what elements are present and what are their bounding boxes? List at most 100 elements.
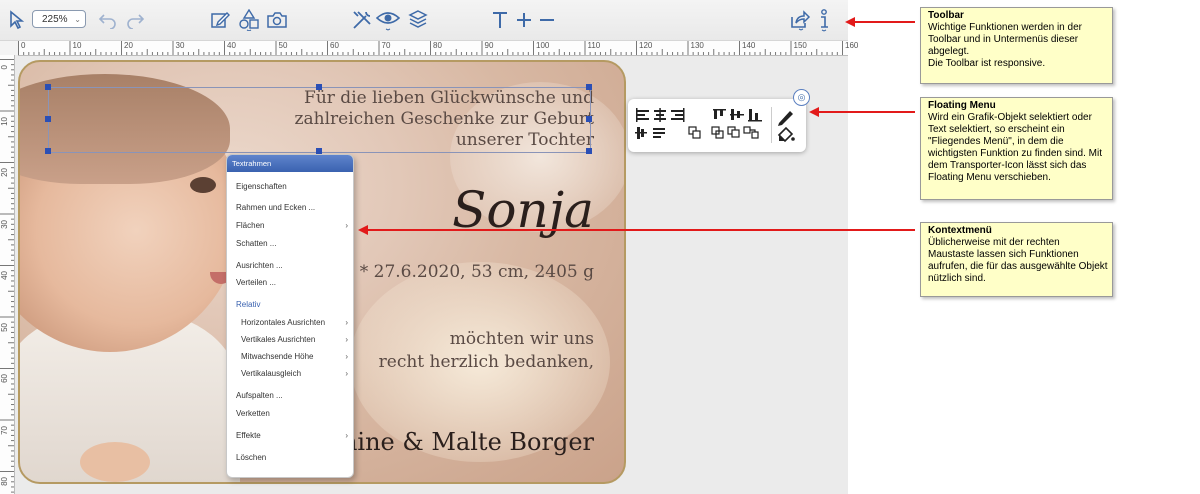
context-menu-item[interactable]: Horizontales Ausrichten › [227,316,353,330]
birth-info-text[interactable]: * 27.6.2020, 53 cm, 2405 g [360,262,594,282]
context-menu-item[interactable]: Ausrichten ... [227,259,353,273]
callout-title: Toolbar [928,10,964,21]
ruler-tick-label: 40 [227,41,236,50]
eye-icon[interactable] [376,6,400,34]
callout-arrow [845,17,915,27]
context-menu-item-label: Flächen [236,221,265,230]
resize-handle[interactable] [586,116,592,122]
context-menu-item-label: Löschen [236,453,267,462]
callout-text: Die Toolbar ist responsive. [928,58,1046,69]
distribute-top-icon [713,109,726,119]
ruler-tick-label: 10 [72,41,82,50]
context-menu-item-label: Horizontales Ausrichten [241,318,326,327]
ruler-tick-label: 50 [278,41,288,50]
chevron-down-icon: ⌄ [74,15,81,24]
shapes-icon[interactable] [237,6,261,34]
context-menu-item-label: Vertikales Ausrichten [241,335,316,344]
align-vertical-center-icon [635,127,647,139]
ruler-tick-label: 60 [330,41,339,50]
ruler-tick-label: 0 [0,65,9,70]
thanks-text[interactable]: möchten wir uns recht herzlich bedanken, [379,328,594,374]
context-menu-item[interactable]: Vertikalausgleich › [227,367,353,381]
baby-photo-hand [80,442,150,482]
transporter-icon[interactable]: ◎ [793,89,810,106]
edit-icon[interactable] [208,6,232,34]
info-icon[interactable] [815,6,833,34]
align-right-icon [671,108,685,122]
context-menu-item[interactable]: Eigenschaften [227,180,353,194]
resize-handle[interactable] [45,116,51,122]
ruler-tick-label: 40 [0,271,9,280]
context-menu-item-label: Verteilen ... [236,278,277,287]
context-menu: Textrahmen Eigenschaften Rahmen und Ecken… [226,154,354,478]
text-icon[interactable] [489,6,511,34]
send-to-back-icon [743,126,759,139]
zoom-value: 225% [42,14,68,25]
resize-handle[interactable] [586,148,592,154]
share-icon[interactable] [788,6,812,34]
distribute-bottom-icon [748,109,762,122]
cursor-icon[interactable] [6,6,26,34]
context-menu-item[interactable]: Verketten [227,407,353,421]
zoom-select[interactable]: 225% ⌄ [32,10,86,28]
context-menu-item-label: Verketten [236,409,270,418]
context-menu-item-label: Relativ [236,300,261,309]
minus-icon[interactable] [536,6,558,34]
context-menu-item-label: Effekte [236,431,261,440]
context-menu-item[interactable]: Flächen › [227,219,353,233]
plus-icon[interactable] [513,6,535,34]
signature-text[interactable]: nine & Malte Borger [342,428,594,456]
floating-menu [628,99,806,152]
context-menu-item-label: Ausrichten ... [236,261,283,270]
layers-icon[interactable] [406,6,430,34]
align-center-icon [654,108,666,122]
ruler-tick-label: 80 [433,41,442,50]
ruler-vertical[interactable]: 0 10 20 30 40 50 60 70 80 [0,55,15,494]
selection-frame[interactable] [48,87,591,153]
ruler-tick-label: 70 [0,425,9,435]
context-menu-item-label: Eigenschaften [236,182,287,191]
ruler-tick-label: 50 [0,322,9,332]
callout-title: Floating Menu [928,100,996,111]
context-menu-item[interactable]: Effekte › [227,429,353,443]
name-text[interactable]: Sonja [452,180,594,240]
context-menu-item-label: Rahmen und Ecken ... [236,203,316,212]
undo-icon[interactable] [97,6,119,34]
resize-handle[interactable] [45,84,51,90]
redo-icon[interactable] [124,6,146,34]
context-menu-item[interactable]: Rahmen und Ecken ... [227,201,353,215]
chevron-right-icon: › [345,369,348,378]
context-menu-item[interactable]: Mitwachsende Höhe › [227,350,353,364]
context-menu-item: Relativ [227,298,353,312]
distribute-middle-icon [730,109,744,120]
context-menu-item[interactable]: Schatten ... [227,237,353,251]
ruler-corner [0,41,18,55]
fill-bucket-icon [777,126,795,143]
callout-arrow [809,107,915,117]
context-menu-item[interactable]: Aufspalten ... [227,389,353,403]
ruler-tick-label: 140 [742,41,756,50]
callout-toolbar: Toolbar Wichtige Funktionen werden in de… [920,7,1113,84]
ruler-tick-label: 60 [0,374,9,383]
resize-handle[interactable] [586,84,592,90]
context-menu-item[interactable]: Verteilen ... [227,276,353,290]
ruler-horizontal[interactable]: 0 10 20 30 40 50 60 70 80 90 100 110 120 130 140 150 160 [18,41,858,56]
camera-icon[interactable] [265,6,289,34]
baby-photo-eye [190,177,216,193]
ruler-tick-label: 70 [381,41,391,50]
context-menu-item-label: Aufspalten ... [236,391,283,400]
tools-icon[interactable] [350,6,374,34]
ruler-tick-label: 130 [690,41,704,50]
chevron-right-icon: › [345,431,348,440]
ruler-tick-label: 80 [0,477,9,486]
resize-handle[interactable] [316,84,322,90]
callout-title: Kontextmenü [928,225,992,236]
ruler-tick-label: 30 [175,41,185,50]
context-menu-item[interactable]: Vertikales Ausrichten › [227,333,353,347]
chevron-right-icon: › [345,318,348,327]
send-backward-icon [711,126,724,139]
editor-area: 225% ⌄ 0 10 20 30 40 50 60 70 80 90 100 … [0,0,858,494]
context-menu-item-label: Mitwachsende Höhe [241,352,314,361]
context-menu-item[interactable]: Löschen [227,451,353,465]
resize-handle[interactable] [45,148,51,154]
